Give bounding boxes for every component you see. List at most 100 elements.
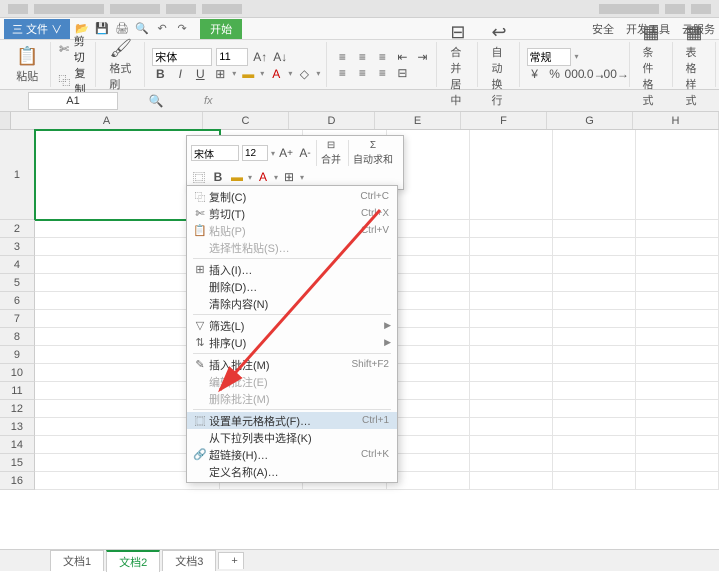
cell[interactable] <box>636 256 719 274</box>
context-menu-item[interactable]: 🔗超链接(H)…Ctrl+K <box>187 446 397 463</box>
cell[interactable] <box>636 130 719 220</box>
cell[interactable] <box>470 364 553 382</box>
decrease-font-icon[interactable]: A↓ <box>272 49 288 65</box>
row-header[interactable]: 14 <box>0 436 35 454</box>
context-menu-item[interactable]: 删除(D)… <box>187 278 397 295</box>
align-top-icon[interactable]: ≡ <box>334 49 350 65</box>
cell[interactable] <box>636 400 719 418</box>
row-header[interactable]: 4 <box>0 256 35 274</box>
cell[interactable] <box>470 328 553 346</box>
mini-border-icon[interactable]: ⊞ <box>281 169 297 185</box>
cell[interactable] <box>636 418 719 436</box>
cell[interactable] <box>636 220 719 238</box>
column-header[interactable]: G <box>547 112 633 129</box>
cell[interactable] <box>387 310 470 328</box>
column-header[interactable]: E <box>375 112 461 129</box>
undo-icon[interactable]: ↶ <box>154 21 170 37</box>
context-menu-item[interactable]: ✄剪切(T)Ctrl+X <box>187 205 397 222</box>
sheet-tab-3[interactable]: 文档3 <box>162 550 216 571</box>
row-header[interactable]: 5 <box>0 274 35 292</box>
highlight-icon[interactable]: ◇ <box>296 66 312 82</box>
cell[interactable] <box>636 472 719 490</box>
font-size-select[interactable] <box>216 48 248 66</box>
context-menu-item[interactable]: ⿻复制(C)Ctrl+C <box>187 188 397 205</box>
cell[interactable] <box>387 472 470 490</box>
print-icon[interactable]: 🖨 <box>114 21 130 37</box>
font-name-select[interactable] <box>152 48 212 66</box>
context-menu-item[interactable]: 定义名称(A)… <box>187 463 397 480</box>
cell[interactable] <box>387 418 470 436</box>
sheet-tab-1[interactable]: 文档1 <box>50 550 104 571</box>
row-header[interactable]: 16 <box>0 472 35 490</box>
cell[interactable] <box>636 238 719 256</box>
align-right-icon[interactable]: ≡ <box>374 65 390 81</box>
cell[interactable] <box>636 274 719 292</box>
table-style-button[interactable]: ▦表格样式 <box>680 20 709 110</box>
cell[interactable] <box>470 274 553 292</box>
column-header[interactable]: D <box>289 112 375 129</box>
column-header[interactable]: A <box>11 112 203 129</box>
cell[interactable] <box>553 292 636 310</box>
fx-label[interactable]: fx <box>204 95 213 107</box>
align-center-icon[interactable]: ≡ <box>354 65 370 81</box>
save-icon[interactable]: 💾 <box>94 21 110 37</box>
row-header[interactable]: 11 <box>0 382 35 400</box>
cell[interactable] <box>387 436 470 454</box>
align-middle-icon[interactable]: ≡ <box>354 49 370 65</box>
row-header[interactable]: 3 <box>0 238 35 256</box>
mini-fill-icon[interactable]: ▬ <box>229 169 245 185</box>
cell[interactable] <box>553 130 636 220</box>
cell[interactable] <box>553 400 636 418</box>
number-format-select[interactable] <box>527 48 571 66</box>
mini-merge-button[interactable]: ⊟合并 <box>316 140 345 166</box>
column-header[interactable]: H <box>633 112 719 129</box>
row-header[interactable]: 9 <box>0 346 35 364</box>
italic-icon[interactable]: I <box>172 66 188 82</box>
row-header[interactable]: 7 <box>0 310 35 328</box>
merge-center-button[interactable]: ⊟合并居中 <box>444 20 471 110</box>
align-left-icon[interactable]: ≡ <box>334 65 350 81</box>
cell[interactable] <box>553 220 636 238</box>
column-header[interactable]: F <box>461 112 547 129</box>
border-icon[interactable]: ⊞ <box>212 66 228 82</box>
cell[interactable] <box>387 274 470 292</box>
context-menu-item[interactable]: 清除内容(N) <box>187 295 397 312</box>
cell[interactable] <box>470 472 553 490</box>
cell[interactable] <box>470 310 553 328</box>
cell[interactable] <box>553 238 636 256</box>
cell[interactable] <box>470 292 553 310</box>
row-header[interactable]: 6 <box>0 292 35 310</box>
cell[interactable] <box>553 256 636 274</box>
cell[interactable] <box>636 346 719 364</box>
context-menu-item[interactable]: ⿴设置单元格格式(F)…Ctrl+1 <box>187 412 397 429</box>
bold-icon[interactable]: B <box>152 66 168 82</box>
cell[interactable] <box>387 364 470 382</box>
mini-font-name[interactable] <box>191 145 239 161</box>
cell[interactable] <box>636 292 719 310</box>
cell[interactable] <box>636 364 719 382</box>
row-header[interactable]: 2 <box>0 220 35 238</box>
indent-left-icon[interactable]: ⇤ <box>394 49 410 65</box>
cell[interactable] <box>636 328 719 346</box>
copy-icon[interactable]: ⿻ <box>58 73 70 89</box>
cell[interactable] <box>553 346 636 364</box>
align-bottom-icon[interactable]: ≡ <box>374 49 390 65</box>
cell[interactable] <box>470 400 553 418</box>
cell[interactable] <box>470 436 553 454</box>
increase-font-icon[interactable]: A↑ <box>252 49 268 65</box>
zoom-icon[interactable]: 🔍 <box>148 93 164 109</box>
mini-format-icon[interactable]: ⿴ <box>191 169 207 185</box>
context-menu-item[interactable]: 从下拉列表中选择(K) <box>187 429 397 446</box>
cell[interactable] <box>636 310 719 328</box>
cell[interactable] <box>470 220 553 238</box>
row-header[interactable]: 13 <box>0 418 35 436</box>
select-all-corner[interactable] <box>0 112 11 129</box>
menu-security[interactable]: 安全 <box>592 21 614 37</box>
underline-icon[interactable]: U <box>192 66 208 82</box>
cell[interactable] <box>470 238 553 256</box>
cell[interactable] <box>553 274 636 292</box>
context-menu-item[interactable]: ✎插入批注(M)Shift+F2 <box>187 356 397 373</box>
cell[interactable] <box>553 454 636 472</box>
cond-format-button[interactable]: ▦条件格式 <box>637 20 666 110</box>
preview-icon[interactable]: 🔍 <box>134 21 150 37</box>
